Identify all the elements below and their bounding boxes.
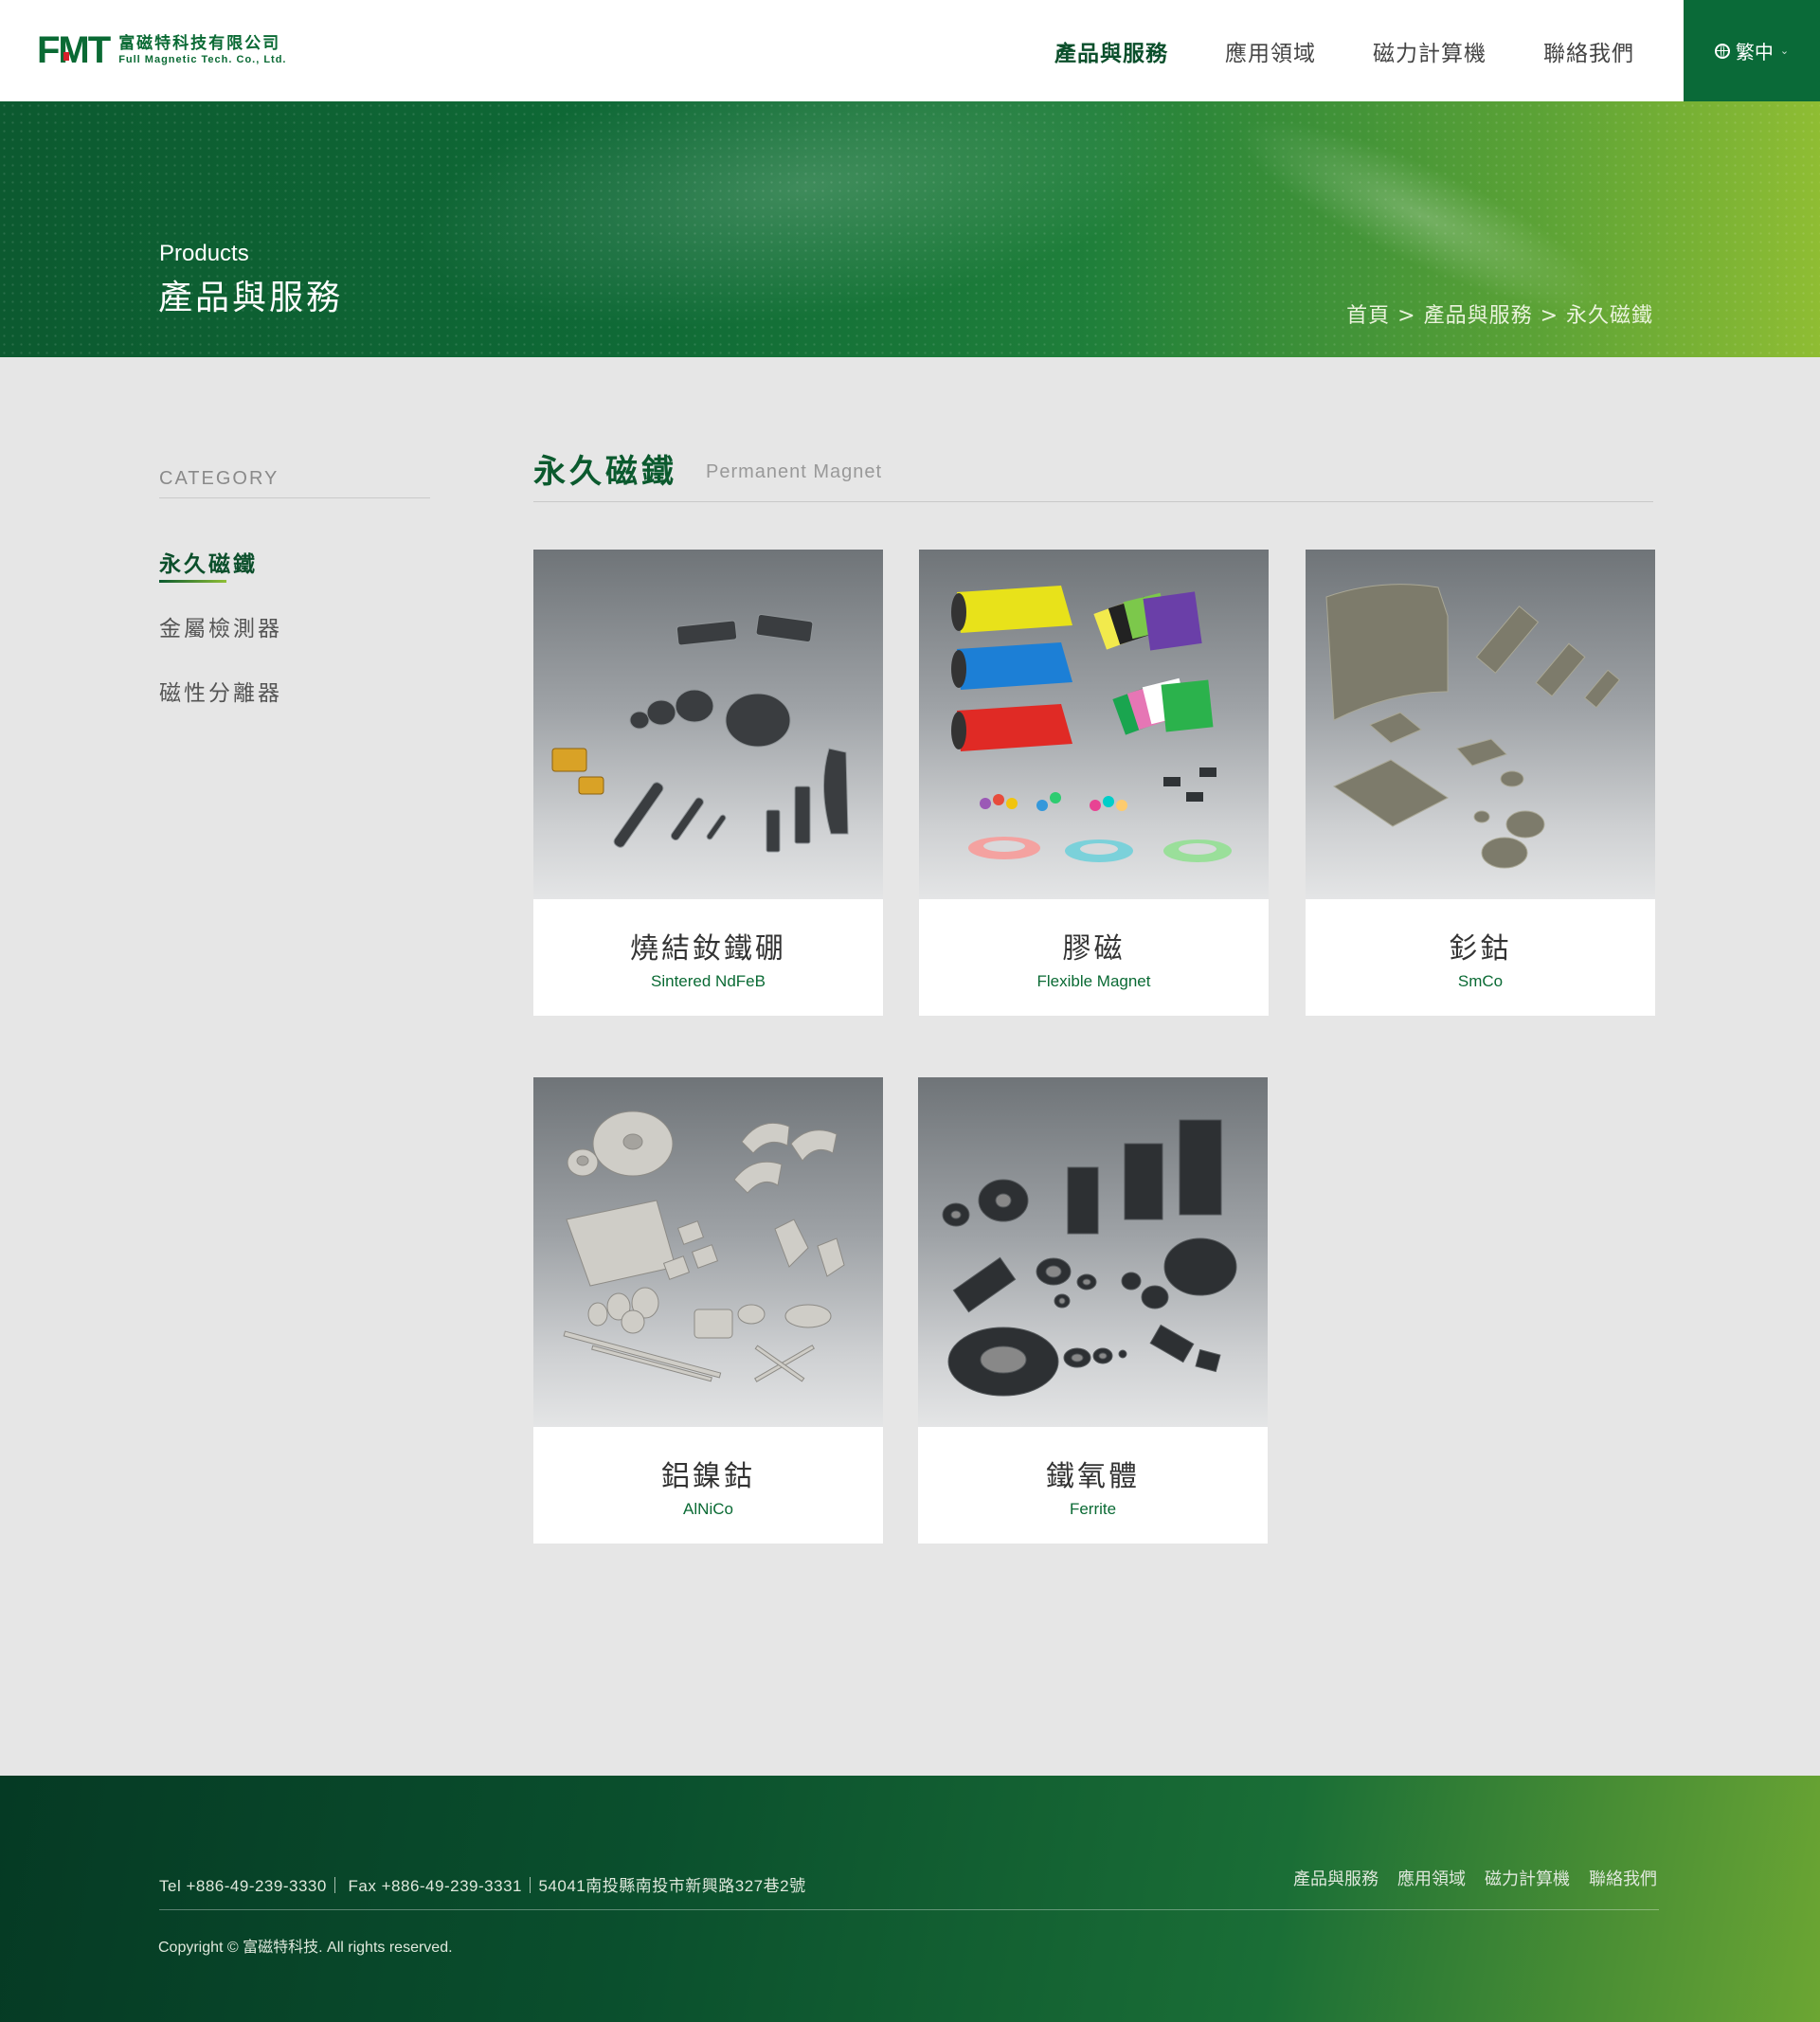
logo-company-name-cn: 富磁特科技有限公司 — [118, 34, 281, 53]
breadcrumb[interactable]: 首頁 > 產品與服務 > 永久磁鐵 — [1346, 298, 1653, 329]
logo-mark: FMT — [37, 29, 111, 71]
product-card-flexible-magnet[interactable]: 膠磁 Flexible Magnet — [919, 550, 1269, 1016]
nav-item-contact[interactable]: 聯絡我們 — [1543, 35, 1634, 67]
product-image-smco — [1306, 550, 1655, 899]
banner-title-en: Products — [159, 241, 249, 266]
company-logo[interactable]: FMT 富磁特科技有限公司 Full Magnetic Tech. Co., L… — [37, 31, 286, 69]
sidebar-title: CATEGORY — [159, 468, 430, 498]
section-heading: 永久磁鐵 Permanent Magnet — [533, 441, 1653, 502]
product-name-en: AlNiCo — [683, 1500, 733, 1518]
product-name-en: SmCo — [1457, 972, 1504, 990]
footer-nav-applications[interactable]: 應用領域 — [1397, 1866, 1466, 1890]
sidebar-item-label: 永久磁鐵 — [159, 552, 258, 577]
product-name-cn: 膠磁 — [1062, 932, 1126, 966]
product-card-smco[interactable]: 釤鈷 SmCo — [1306, 550, 1655, 1016]
product-name-cn: 鋁鎳鈷 — [661, 1460, 755, 1493]
logo-company-name-en: Full Magnetic Tech. Co., Ltd. — [118, 54, 287, 65]
sidebar-item-permanent-magnet[interactable]: 永久磁鐵 — [159, 546, 258, 583]
footer-divider — [159, 1909, 1659, 1910]
banner-title-cn: 產品與服務 — [158, 279, 344, 317]
product-image-alnico — [533, 1077, 883, 1427]
language-selector[interactable]: 繁中 ⌄ — [1684, 0, 1820, 101]
product-image-flexible-magnet — [919, 550, 1269, 899]
product-card-ferrite[interactable]: 鐵氧體 Ferrite — [918, 1077, 1268, 1544]
sidebar-item-metal-detector[interactable]: 金屬檢測器 — [159, 610, 282, 642]
product-name-en: Flexible Magnet — [1036, 972, 1151, 990]
language-label: 繁中 — [1735, 41, 1774, 63]
main-nav: 產品與服務 應用領域 磁力計算機 聯絡我們 — [998, 0, 1634, 101]
nav-item-applications[interactable]: 應用領域 — [1225, 35, 1316, 67]
sidebar-item-label: 磁性分離器 — [159, 681, 282, 706]
footer-nav-contact[interactable]: 聯絡我們 — [1589, 1866, 1657, 1890]
sidebar-item-magnetic-separator[interactable]: 磁性分離器 — [159, 675, 282, 707]
chevron-down-icon: ⌄ — [1779, 45, 1790, 57]
logo-mark-text: FMT — [37, 29, 111, 71]
site-footer: Tel +886-49-239-3330｜ Fax +886-49-239-33… — [0, 1776, 1820, 2022]
product-card-sintered-ndfeb[interactable]: 燒結釹鐵硼 Sintered NdFeB — [533, 550, 883, 1016]
footer-nav-products[interactable]: 產品與服務 — [1293, 1866, 1379, 1890]
product-name-en: Ferrite — [1069, 1500, 1117, 1518]
product-name-cn: 燒結釹鐵硼 — [630, 932, 786, 966]
product-card-alnico[interactable]: 鋁鎳鈷 AlNiCo — [533, 1077, 883, 1544]
product-name-cn: 釤鈷 — [1449, 932, 1512, 966]
product-image-sintered-ndfeb — [533, 550, 883, 899]
page-banner: Products 產品與服務 首頁 > 產品與服務 > 永久磁鐵 — [0, 101, 1820, 357]
nav-item-products[interactable]: 產品與服務 — [1054, 35, 1168, 67]
section-title-cn: 永久磁鐵 — [533, 453, 677, 491]
sidebar-item-label: 金屬檢測器 — [159, 617, 282, 641]
footer-nav-calculator[interactable]: 磁力計算機 — [1485, 1866, 1570, 1890]
logo-text: 富磁特科技有限公司 Full Magnetic Tech. Co., Ltd. — [118, 34, 286, 66]
footer-contact-info: Tel +886-49-239-3330｜ Fax +886-49-239-33… — [159, 1877, 806, 1895]
product-name-cn: 鐵氧體 — [1046, 1460, 1140, 1493]
logo-red-accent — [63, 52, 69, 61]
active-underline — [159, 580, 226, 583]
product-image-ferrite — [918, 1077, 1268, 1427]
nav-item-calculator[interactable]: 磁力計算機 — [1373, 35, 1487, 67]
product-name-en: Sintered NdFeB — [651, 972, 766, 990]
section-title-en: Permanent Magnet — [706, 461, 883, 482]
copyright: Copyright © 富磁特科技. All rights reserved. — [158, 1940, 453, 1956]
site-header: FMT 富磁特科技有限公司 Full Magnetic Tech. Co., L… — [0, 0, 1820, 101]
globe-icon — [1714, 43, 1730, 59]
footer-nav: 產品與服務 應用領域 磁力計算機 聯絡我們 — [1274, 1866, 1657, 1890]
